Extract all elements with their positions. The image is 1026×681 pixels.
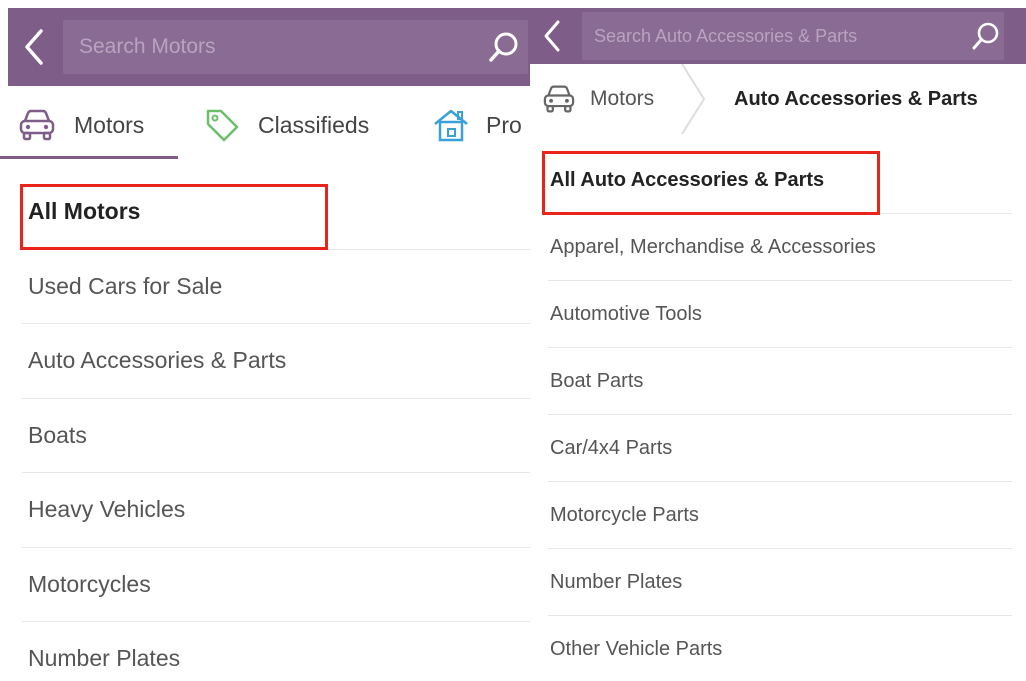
- list-item-label: Apparel, Merchandise & Accessories: [550, 235, 876, 258]
- category-tabs: Motors Classifieds Pro: [8, 90, 530, 160]
- list-item-label: Motorcycles: [28, 570, 151, 597]
- breadcrumb-label: Auto Accessories & Parts: [734, 87, 978, 110]
- accessories-category-list: All Auto Accessories & Parts Apparel, Me…: [548, 147, 1012, 681]
- chevron-left-icon: [25, 29, 43, 65]
- list-item[interactable]: Number Plates: [22, 622, 530, 681]
- auto-accessories-panel: Motors Auto Accessories & Parts All Auto…: [530, 0, 1026, 681]
- breadcrumb-label: Motors: [590, 87, 655, 110]
- tag-icon: [206, 109, 239, 142]
- house-icon: [434, 109, 468, 142]
- chevron-left-icon: [544, 20, 560, 52]
- list-item-label: Boat Parts: [550, 369, 644, 392]
- motors-category-list: All Motors Used Cars for Sale Auto Acces…: [22, 175, 530, 681]
- list-item[interactable]: Number Plates: [548, 549, 1012, 616]
- search-input[interactable]: [63, 20, 528, 74]
- list-item-label: Car/4x4 Parts: [550, 436, 673, 459]
- list-item[interactable]: Used Cars for Sale: [22, 250, 530, 324]
- active-tab-indicator: [0, 156, 178, 159]
- list-item-label: All Motors: [28, 198, 141, 225]
- list-item[interactable]: Auto Accessories & Parts: [22, 324, 530, 399]
- list-item-label: Number Plates: [28, 645, 181, 672]
- chevron-right-icon: [681, 64, 706, 134]
- tab-property[interactable]: Pro: [432, 90, 522, 160]
- car-icon: [19, 109, 55, 141]
- list-item[interactable]: Boat Parts: [548, 348, 1012, 415]
- list-item-label: Motorcycle Parts: [550, 503, 699, 526]
- back-button[interactable]: [14, 8, 54, 86]
- tab-classifieds[interactable]: Classifieds: [204, 90, 369, 160]
- search-bar: [8, 8, 530, 86]
- list-item-label: Other Vehicle Parts: [550, 637, 723, 660]
- list-item[interactable]: Boats: [22, 399, 530, 473]
- list-item[interactable]: Other Vehicle Parts: [548, 616, 1012, 681]
- list-item[interactable]: Heavy Vehicles: [22, 473, 530, 548]
- list-item[interactable]: Motorcycles: [22, 548, 530, 622]
- search-field: [582, 12, 1004, 60]
- back-button[interactable]: [534, 8, 570, 64]
- list-item-label: Used Cars for Sale: [28, 272, 223, 299]
- list-item-label: All Auto Accessories & Parts: [550, 168, 825, 191]
- list-item-label: Boats: [28, 421, 87, 448]
- search-button[interactable]: [482, 8, 526, 86]
- list-item-label: Heavy Vehicles: [28, 496, 186, 523]
- breadcrumb-current: Auto Accessories & Parts: [734, 64, 978, 134]
- search-icon: [972, 22, 999, 50]
- search-field: [63, 20, 528, 74]
- tab-label: Motors: [74, 111, 145, 138]
- list-item-label: Number Plates: [550, 570, 683, 593]
- breadcrumb-motors[interactable]: Motors: [542, 64, 654, 134]
- search-input[interactable]: [582, 12, 1004, 60]
- list-item[interactable]: Automotive Tools: [548, 281, 1012, 348]
- list-item[interactable]: Apparel, Merchandise & Accessories: [548, 214, 1012, 281]
- tab-motors[interactable]: Motors: [18, 90, 144, 160]
- list-item[interactable]: All Auto Accessories & Parts: [548, 147, 1012, 214]
- list-item[interactable]: Motorcycle Parts: [548, 482, 1012, 549]
- list-item-label: Automotive Tools: [550, 302, 702, 325]
- tab-label: Pro: [486, 111, 522, 138]
- breadcrumb: Motors Auto Accessories & Parts: [530, 64, 1026, 134]
- search-button[interactable]: [966, 8, 1006, 64]
- tab-label: Classifieds: [258, 111, 370, 138]
- motors-panel: Motors Classifieds Pro All Motors Used C…: [0, 0, 530, 681]
- list-item[interactable]: Car/4x4 Parts: [548, 415, 1012, 482]
- car-icon: [543, 85, 575, 113]
- search-bar: [530, 8, 1026, 64]
- search-icon: [489, 32, 518, 62]
- list-item[interactable]: All Motors: [22, 175, 530, 250]
- list-item-label: Auto Accessories & Parts: [28, 347, 287, 374]
